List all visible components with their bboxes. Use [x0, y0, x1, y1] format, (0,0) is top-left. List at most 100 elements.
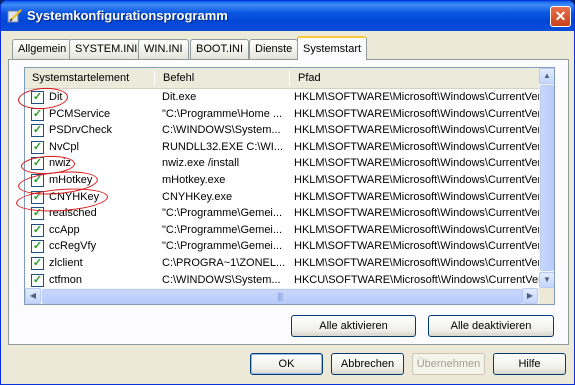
scroll-down-button[interactable]: ▼: [539, 272, 554, 288]
table-row[interactable]: ✓ PSDrvCheck C:\WINDOWS\System... HKLM\SOFT…: [25, 122, 539, 139]
row-checkbox[interactable]: ✓: [31, 124, 44, 138]
tab-system-ini[interactable]: SYSTEM.INI: [69, 39, 144, 59]
scroll-right-button[interactable]: ▶: [522, 288, 538, 304]
scroll-left-button[interactable]: ◀: [25, 288, 41, 304]
close-icon: ✕: [554, 8, 567, 24]
table-row[interactable]: ✓ Dit Dit.exe HKLM\SOFTWARE\Microsoft\Windo…: [25, 89, 539, 106]
row-checkbox[interactable]: ✓: [31, 174, 44, 187]
table-row[interactable]: ✓ realsched "C:\Programme\Gemei... HKLM\SOF…: [25, 205, 539, 222]
checkmark-icon: ✓: [32, 124, 43, 137]
enable-all-button[interactable]: Alle aktivieren: [291, 315, 416, 337]
startup-list[interactable]: Systemstartelement Befehl Pfad ✓ Dit Dit.e…: [24, 67, 555, 305]
cell-path: HKLM\SOFTWARE\Microsoft\Windows\CurrentV…: [294, 207, 539, 220]
row-checkbox[interactable]: ✓: [31, 157, 44, 171]
table-row[interactable]: ✓ NvCpl RUNDLL32.EXE C:\WI... HKLM\SOFTWARE…: [25, 139, 539, 156]
table-row[interactable]: ✓ CNYHKey CNYHKey.exe HKLM\SOFTWARE\Microso…: [25, 189, 539, 206]
table-row[interactable]: ✓ ctfmon C:\WINDOWS\System... HKCU\SOFTWARE…: [25, 272, 539, 289]
tab-dienste[interactable]: Dienste: [249, 39, 299, 59]
column-header-path[interactable]: Pfad: [291, 68, 539, 88]
column-header-item[interactable]: Systemstartelement: [25, 68, 154, 88]
disable-all-button[interactable]: Alle deaktivieren: [428, 315, 554, 337]
cell-command: RUNDLL32.EXE C:\WI...: [162, 140, 284, 153]
row-checkbox[interactable]: ✓: [31, 107, 44, 121]
list-header: Systemstartelement Befehl Pfad: [25, 68, 539, 89]
row-checkbox[interactable]: ✓: [31, 91, 44, 104]
cell-path: HKLM\SOFTWARE\Microsoft\Windows\CurrentV…: [294, 124, 539, 137]
cell-item: nwiz: [49, 157, 72, 170]
cell-item: mHotkey: [49, 174, 93, 186]
tab-allgemein[interactable]: Allgemein: [12, 39, 73, 59]
horizontal-scrollbar[interactable]: ◀ |||| ▶: [25, 288, 539, 304]
scroll-up-button[interactable]: ▲: [539, 68, 554, 84]
column-divider[interactable]: [289, 71, 290, 86]
system-config-window: Systemkonfigurationsprogramm ✕ Allgemein…: [0, 0, 575, 385]
checkmark-icon: ✓: [32, 190, 43, 203]
ok-button[interactable]: OK: [250, 353, 323, 375]
cell-path: HKLM\SOFTWARE\Microsoft\Windows\CurrentV…: [294, 190, 539, 203]
checkmark-icon: ✓: [32, 273, 43, 286]
cell-command: "C:\Programme\Home ...: [162, 107, 283, 120]
checkmark-icon: ✓: [32, 157, 43, 170]
row-checkbox[interactable]: ✓: [31, 273, 44, 287]
row-checkbox[interactable]: ✓: [31, 207, 44, 221]
window-title: Systemkonfigurationsprogramm: [27, 8, 228, 23]
checkmark-icon: ✓: [32, 91, 43, 103]
column-divider[interactable]: [154, 71, 155, 86]
tab-win-ini[interactable]: WIN.INI: [138, 39, 189, 59]
table-row[interactable]: ✓ mHotkey mHotkey.exe HKLM\SOFTWARE\Microso…: [25, 172, 539, 189]
cancel-button[interactable]: Abbrechen: [331, 353, 404, 375]
close-button[interactable]: ✕: [550, 6, 571, 27]
grip-icon: ||||: [277, 291, 283, 301]
vertical-scrollbar[interactable]: ▲ ▼: [539, 68, 554, 288]
cell-item: CNYHKey: [49, 190, 100, 203]
cell-item: PSDrvCheck: [49, 124, 112, 137]
cell-path: HKLM\SOFTWARE\Microsoft\Windows\CurrentV…: [294, 174, 539, 186]
table-row[interactable]: ✓ ccRegVfy "C:\Programme\Gemei... HKLM\SOFT…: [25, 238, 539, 255]
row-checkbox[interactable]: ✓: [31, 190, 44, 204]
cell-item: NvCpl: [49, 140, 79, 153]
cell-item: zlclient: [49, 257, 83, 269]
cell-path: HKLM\SOFTWARE\Microsoft\Windows\CurrentV…: [294, 157, 539, 170]
tab-boot-ini[interactable]: BOOT.INI: [190, 39, 250, 59]
table-row[interactable]: ✓ ccApp "C:\Programme\Gemei... HKLM\SOFTWAR…: [25, 222, 539, 239]
row-checkbox[interactable]: ✓: [31, 240, 44, 254]
scrollbar-corner: [539, 288, 554, 304]
checkmark-icon: ✓: [32, 107, 43, 120]
table-row[interactable]: ✓ zlclient C:\PROGRA~1\ZONEL... HKLM\SOFTWA…: [25, 255, 539, 272]
row-checkbox[interactable]: ✓: [31, 223, 44, 237]
msconfig-app-icon: [7, 9, 22, 23]
row-checkbox[interactable]: ✓: [31, 257, 44, 270]
row-checkbox[interactable]: ✓: [31, 140, 44, 154]
cell-command: "C:\Programme\Gemei...: [162, 240, 283, 253]
checkmark-icon: ✓: [32, 257, 43, 269]
cell-command: nwiz.exe /install: [162, 157, 240, 170]
table-row[interactable]: ✓ PCMService "C:\Programme\Home ... HKLM\SO…: [25, 106, 539, 123]
cell-item: ccApp: [49, 223, 80, 236]
vertical-scroll-thumb[interactable]: [540, 85, 554, 271]
help-button[interactable]: Hilfe: [493, 353, 566, 375]
checkmark-icon: ✓: [32, 223, 43, 236]
apply-button[interactable]: Übernehmen: [412, 353, 485, 375]
cell-path: HKLM\SOFTWARE\Microsoft\Windows\CurrentV…: [294, 257, 539, 269]
cell-command: CNYHKey.exe: [162, 190, 233, 203]
title-bar[interactable]: Systemkonfigurationsprogramm ✕: [1, 1, 574, 31]
column-header-command[interactable]: Befehl: [156, 68, 289, 88]
cell-item: realsched: [49, 207, 97, 220]
tab-systemstart[interactable]: Systemstart: [297, 36, 368, 60]
chevron-up-icon: ▲: [543, 71, 551, 80]
cell-command: Dit.exe: [162, 91, 197, 103]
cell-path: HKLM\SOFTWARE\Microsoft\Windows\CurrentV…: [294, 91, 539, 103]
cell-item: ctfmon: [49, 273, 83, 286]
cell-item: Dit: [49, 91, 63, 103]
chevron-down-icon: ▼: [543, 275, 551, 284]
cell-path: HKLM\SOFTWARE\Microsoft\Windows\CurrentV…: [294, 240, 539, 253]
table-row[interactable]: ✓ nwiz nwiz.exe /install HKLM\SOFTWARE\Micr…: [25, 155, 539, 172]
checkmark-icon: ✓: [32, 207, 43, 220]
cell-command: C:\WINDOWS\System...: [162, 273, 281, 286]
checkmark-icon: ✓: [32, 240, 43, 253]
cell-path: HKLM\SOFTWARE\Microsoft\Windows\CurrentV…: [294, 140, 539, 153]
cell-item: ccRegVfy: [49, 240, 97, 253]
cell-path: HKLM\SOFTWARE\Microsoft\Windows\CurrentV…: [294, 223, 539, 236]
horizontal-scroll-thumb[interactable]: ||||: [42, 289, 522, 304]
chevron-left-icon: ◀: [29, 291, 37, 300]
